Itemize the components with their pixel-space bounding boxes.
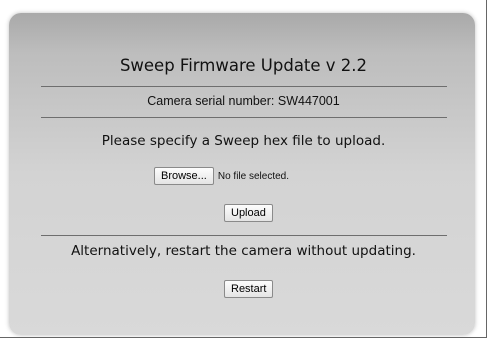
file-status-text: No file selected. <box>217 170 290 182</box>
divider-serial <box>41 117 447 118</box>
restart-button[interactable]: Restart <box>224 280 274 298</box>
camera-serial-number: Camera serial number: SW447001 <box>147 94 340 108</box>
page-title: Sweep Firmware Update v 2.2 <box>119 56 368 75</box>
file-input[interactable]: Browse... No file selected. <box>154 167 289 185</box>
browse-button[interactable]: Browse... <box>154 167 214 185</box>
upload-button[interactable]: Upload <box>224 204 273 222</box>
divider-top <box>41 86 447 87</box>
upload-instruction: Please specify a Sweep hex file to uploa… <box>101 133 386 149</box>
restart-instruction: Alternatively, restart the camera withou… <box>71 243 416 259</box>
divider-bottom <box>41 235 447 236</box>
